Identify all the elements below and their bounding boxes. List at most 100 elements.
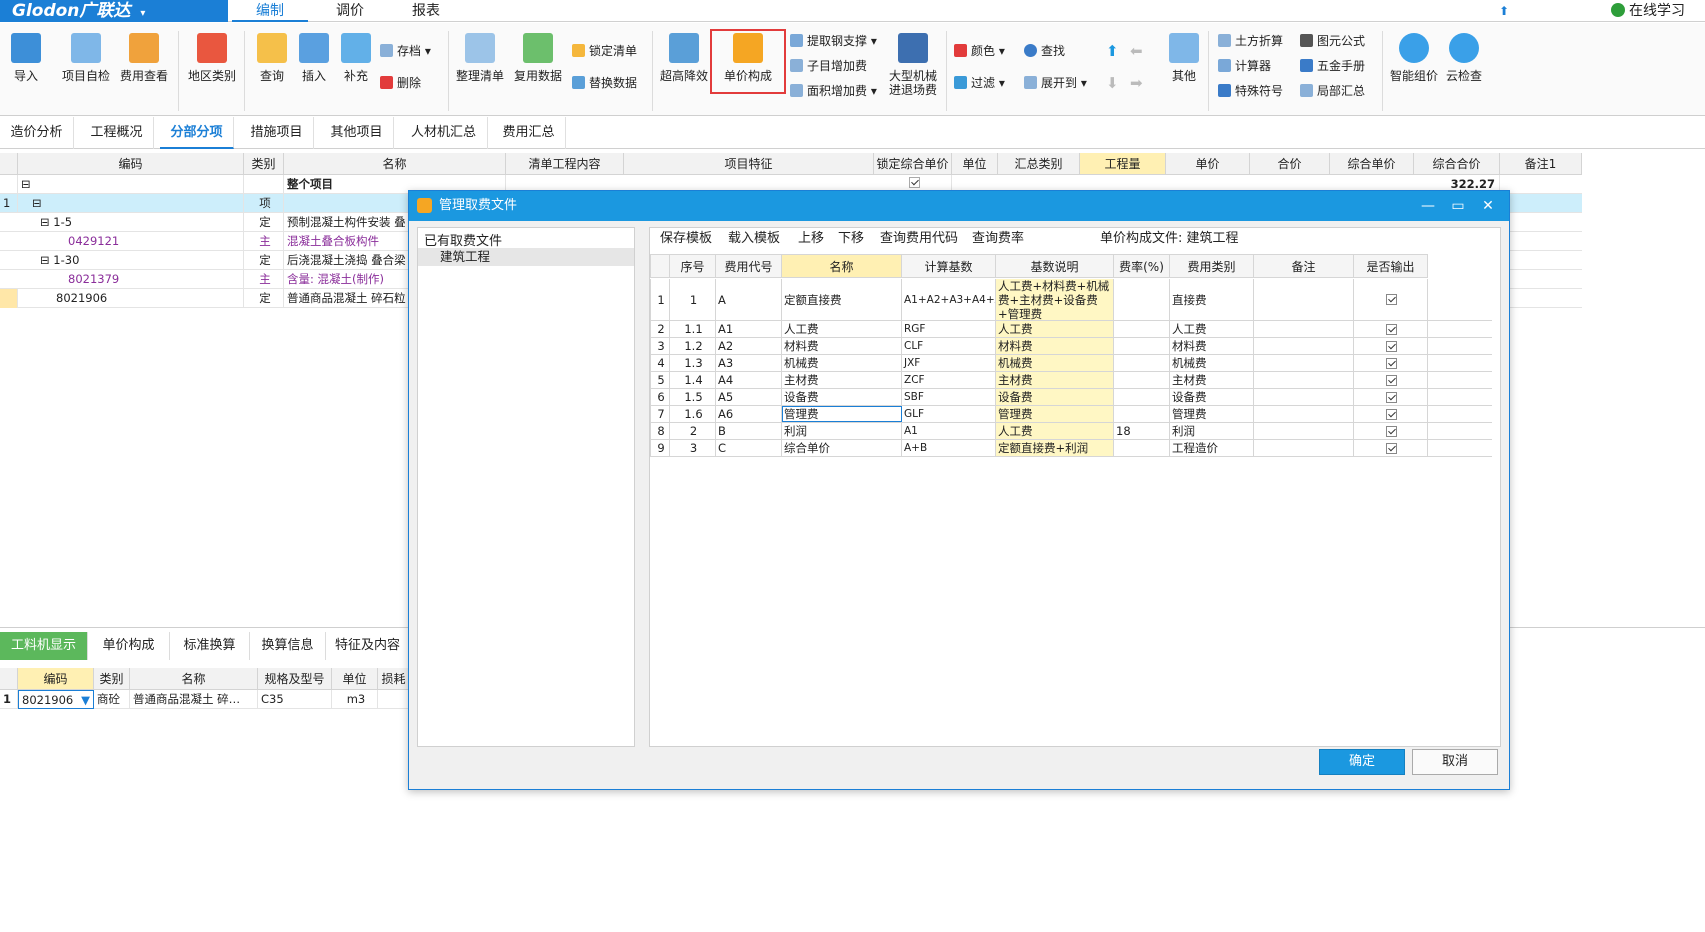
dlg-header-rate[interactable]: 费率(%) xyxy=(1114,254,1170,278)
output-checkbox[interactable] xyxy=(1386,357,1397,369)
move-left-arrow-icon[interactable]: ⬅ xyxy=(1130,41,1143,61)
lower-header-unit[interactable]: 单位 xyxy=(332,668,378,690)
code-dropdown[interactable]: 8021906 ▼ xyxy=(18,690,94,709)
lower-header-spec[interactable]: 规格及型号 xyxy=(258,668,332,690)
color-button[interactable]: 颜色 ▾ xyxy=(954,41,1005,61)
output-checkbox[interactable] xyxy=(1386,340,1397,352)
tab-features-content[interactable]: 特征及内容 xyxy=(326,632,410,660)
hardware-manual-button[interactable]: 五金手册 xyxy=(1300,56,1365,76)
output-checkbox[interactable] xyxy=(1386,408,1397,420)
tree-toggle[interactable]: ⊟ xyxy=(18,194,244,213)
grid-header-unit[interactable]: 单位 xyxy=(952,153,998,175)
dlg-header-seq[interactable]: 序号 xyxy=(670,254,716,278)
dlg-header-base[interactable]: 计算基数 xyxy=(902,254,996,278)
supplement-button[interactable]: 补充 xyxy=(338,33,374,83)
grid-header-lock-price[interactable]: 锁定综合单价 xyxy=(874,153,952,175)
partial-summary-button[interactable]: 局部汇总 xyxy=(1300,81,1365,101)
tree-toggle[interactable]: ⊟ xyxy=(18,175,244,194)
output-checkbox[interactable] xyxy=(1386,442,1397,454)
reuse-data-button[interactable]: 复用数据 xyxy=(512,33,564,83)
dlg-header-base-desc[interactable]: 基数说明 xyxy=(996,254,1114,278)
dlg-header-category[interactable]: 费用类别 xyxy=(1170,254,1254,278)
table-row[interactable]: 8 2 B 利润 A1 人工费 18 利润 xyxy=(650,423,1492,440)
table-row[interactable]: 6 1.5 A5 设备费 SBF 设备费 设备费 xyxy=(650,389,1492,406)
other-button[interactable]: 其他 xyxy=(1166,33,1202,83)
special-symbol-button[interactable]: 特殊符号 xyxy=(1218,81,1283,101)
tab-conversion-info[interactable]: 换算信息 xyxy=(250,632,326,660)
tab-sub-items[interactable]: 分部分项 xyxy=(160,117,234,149)
table-row[interactable]: 1 1 A 定额直接费 A1+A2+A3+A4+A5+A6人工费+材料费+机械费+主材费… xyxy=(650,279,1492,321)
replace-data-button[interactable]: 替换数据 xyxy=(572,73,637,93)
lower-header-name[interactable]: 名称 xyxy=(130,668,258,690)
smart-pricing-button[interactable]: 智能组价 xyxy=(1388,33,1440,83)
grid-header-name[interactable]: 名称 xyxy=(284,153,506,175)
table-row[interactable]: 3 1.2 A2 材料费 CLF 材料费 材料费 xyxy=(650,338,1492,355)
grid-header-list-content[interactable]: 清单工程内容 xyxy=(506,153,624,175)
save-template-button[interactable]: 保存模板 xyxy=(660,228,712,250)
ok-button[interactable]: 确定 xyxy=(1319,749,1405,775)
sub-item-extra-fee-button[interactable]: 子目增加费 xyxy=(790,56,867,76)
large-machinery-fee-button[interactable]: 大型机械 进退场费 xyxy=(886,33,940,97)
grid-header-features[interactable]: 项目特征 xyxy=(624,153,874,175)
lower-header-loss[interactable]: 损耗 xyxy=(378,668,410,690)
dlg-header-remark[interactable]: 备注 xyxy=(1254,254,1354,278)
grid-header-composite-price[interactable]: 综合单价 xyxy=(1330,153,1414,175)
tab-measures[interactable]: 措施项目 xyxy=(240,117,314,149)
delete-button[interactable]: 删除 xyxy=(380,73,421,93)
tab-cost-analysis[interactable]: 造价分析 xyxy=(0,117,74,149)
table-row[interactable]: 7 1.6 A6 管理费 GLF 管理费 管理费 xyxy=(650,406,1492,423)
move-right-arrow-icon[interactable]: ➡ xyxy=(1130,73,1143,93)
insert-button[interactable]: 插入 xyxy=(296,33,332,83)
lock-checkbox[interactable] xyxy=(908,177,920,188)
dialog-title-bar[interactable]: 管理取费文件 — ▭ ✕ xyxy=(409,191,1509,221)
move-down-button[interactable]: 下移 xyxy=(838,228,864,250)
dlg-header-code[interactable]: 费用代号 xyxy=(716,254,782,278)
chevron-down-icon[interactable]: ▼ xyxy=(81,691,90,708)
table-row[interactable]: 5 1.4 A4 主材费 ZCF 主材费 主材费 xyxy=(650,372,1492,389)
online-learning-link[interactable]: 在线学习 xyxy=(1611,0,1685,22)
table-row[interactable]: 2 1.1 A1 人工费 RGF 人工费 人工费 xyxy=(650,321,1492,338)
dlg-header-output[interactable]: 是否输出 xyxy=(1354,254,1428,278)
table-row[interactable]: 9 3 C 综合单价 A+B 定额直接费+利润 工程造价 xyxy=(650,440,1492,457)
archive-button[interactable]: 存档 ▾ xyxy=(380,41,431,61)
lock-list-button[interactable]: 锁定清单 xyxy=(572,41,637,61)
cloud-check-button[interactable]: 云检查 xyxy=(1444,33,1484,83)
chevron-down-icon[interactable]: ▾ xyxy=(140,8,145,19)
move-up-arrow-icon[interactable]: ⬆ xyxy=(1106,41,1119,61)
organize-list-button[interactable]: 整理清单 xyxy=(454,33,506,83)
table-row[interactable]: 4 1.3 A3 机械费 JXF 机械费 机械费 xyxy=(650,355,1492,372)
grid-header-total[interactable]: 合价 xyxy=(1250,153,1330,175)
menu-tab-adjust-price[interactable]: 调价 xyxy=(310,0,390,22)
app-logo[interactable]: Glodon广联达 ▾ xyxy=(0,0,228,22)
collapse-ribbon-icon[interactable]: ⬆ xyxy=(1499,0,1509,22)
lower-header-code[interactable]: 编码 xyxy=(18,668,94,690)
lower-header-type[interactable]: 类别 xyxy=(94,668,130,690)
query-fee-rate-button[interactable]: 查询费率 xyxy=(972,228,1024,250)
output-checkbox[interactable] xyxy=(1386,294,1397,305)
minimize-icon[interactable]: — xyxy=(1413,191,1443,221)
filter-button[interactable]: 过滤 ▾ xyxy=(954,73,1005,93)
region-category-button[interactable]: 地区类别 xyxy=(186,33,238,83)
tab-project-overview[interactable]: 工程概况 xyxy=(80,117,154,149)
move-down-arrow-icon[interactable]: ⬇ xyxy=(1106,73,1119,93)
area-extra-fee-button[interactable]: 面积增加费 ▾ xyxy=(790,81,877,101)
grid-header-remark[interactable]: 备注1 xyxy=(1500,153,1582,175)
expand-to-button[interactable]: 展开到 ▾ xyxy=(1024,73,1087,93)
menu-tab-edit[interactable]: 编制 xyxy=(232,0,308,22)
load-template-button[interactable]: 载入模板 xyxy=(728,228,780,250)
project-self-check-button[interactable]: 项目自检 xyxy=(60,33,112,83)
grid-header-code[interactable]: 编码 xyxy=(18,153,244,175)
fee-file-item[interactable]: 建筑工程 xyxy=(418,248,634,266)
view-costs-button[interactable]: 费用查看 xyxy=(118,33,170,83)
grid-header-unit-price[interactable]: 单价 xyxy=(1166,153,1250,175)
menu-tab-report[interactable]: 报表 xyxy=(386,0,466,22)
earthwork-conversion-button[interactable]: 土方折算 xyxy=(1218,31,1283,51)
tab-unit-price-composition[interactable]: 单价构成 xyxy=(88,632,170,660)
maximize-icon[interactable]: ▭ xyxy=(1443,191,1473,221)
grid-header-type[interactable]: 类别 xyxy=(244,153,284,175)
import-button[interactable]: 导入 xyxy=(8,33,44,83)
grid-header-quantity[interactable]: 工程量 xyxy=(1080,153,1166,175)
query-button[interactable]: 查询 xyxy=(254,33,290,83)
query-fee-code-button[interactable]: 查询费用代码 xyxy=(880,228,958,250)
cancel-button[interactable]: 取消 xyxy=(1412,749,1498,775)
